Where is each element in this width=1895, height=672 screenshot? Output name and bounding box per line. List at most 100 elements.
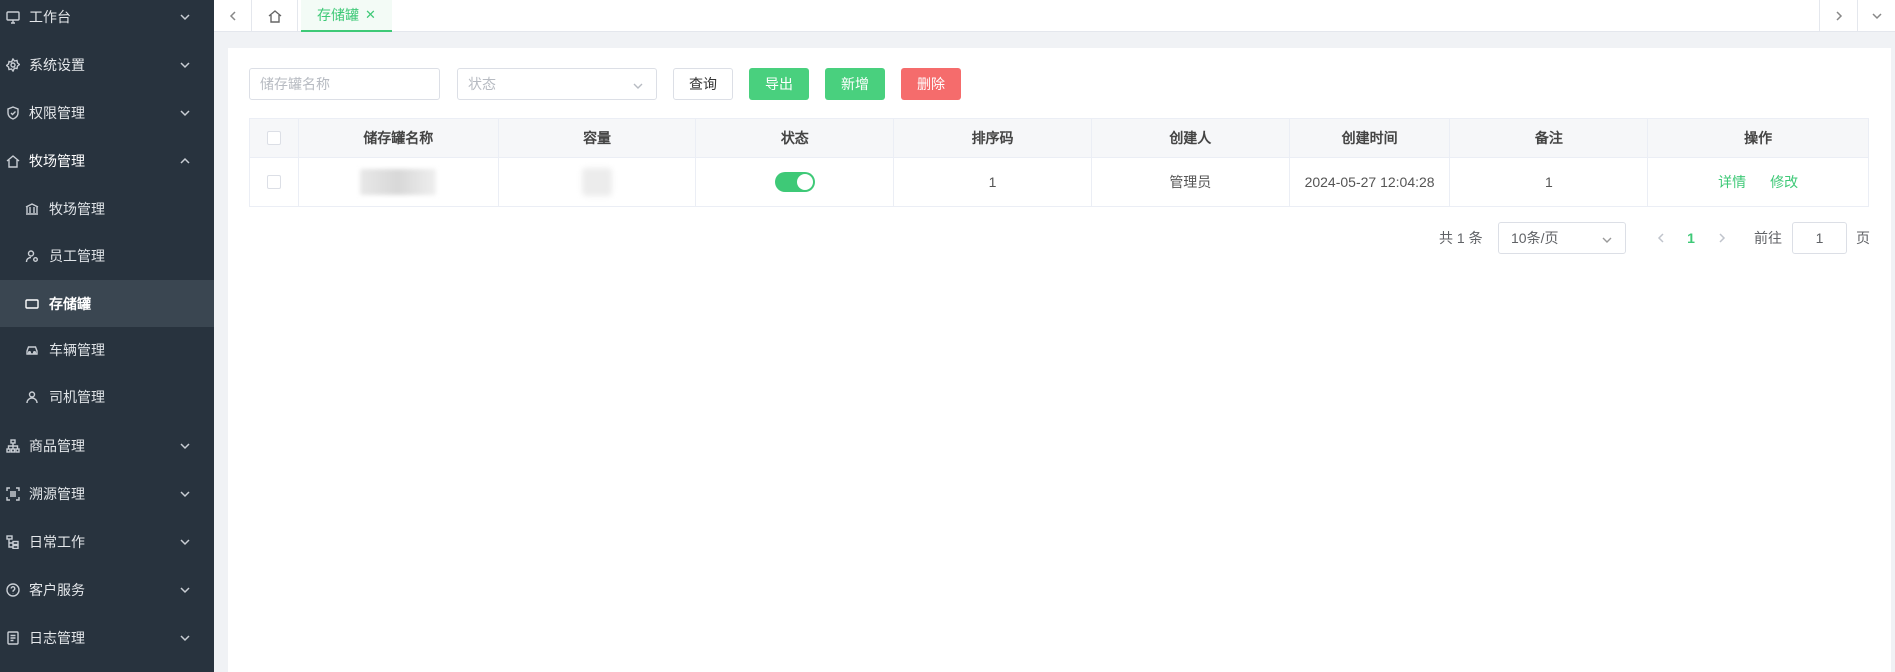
status-toggle[interactable] [774,172,815,192]
home-icon [6,154,20,168]
column-header: 创建人 [1092,119,1290,157]
menu-item-traceability[interactable]: 溯源管理 [0,470,214,517]
chevron-down-icon [1871,13,1882,20]
prev-page-button[interactable] [1651,222,1671,254]
column-header: 操作 [1744,130,1773,146]
toggle-knob [796,174,813,190]
column-header: 储存罐名称 [299,119,499,157]
query-button[interactable]: 查询 [673,68,733,100]
column-header: 容量 [499,119,697,157]
row-checkbox[interactable] [266,175,281,189]
actions-cell: 详情 修改 [1648,158,1868,206]
tank-name-input[interactable] [249,68,440,100]
sitemap-icon [6,438,20,453]
tab-bar: 存储罐 ✕ [214,0,1895,32]
menu-item-logs[interactable]: 日志管理 [0,614,214,661]
sidebar-subitem-label: 员工管理 [49,247,105,264]
menu-item-ranch-management[interactable]: 牧场管理 [0,137,214,184]
chevron-down-icon [178,10,192,24]
chevron-up-icon [178,154,192,168]
tab-scroll-left-button[interactable] [214,0,252,32]
close-icon[interactable]: ✕ [365,7,376,23]
chevron-down-icon [632,79,644,91]
edit-link[interactable]: 修改 [1770,172,1798,192]
menu-item-workbench[interactable]: 工作台 [0,0,214,40]
menu-item-label: 客户服务 [29,581,85,598]
sidebar-subitem-vehicles[interactable]: 车辆管理 [0,326,214,373]
chevron-down-icon [1601,233,1613,245]
sidebar-subitem-drivers[interactable]: 司机管理 [0,373,214,420]
page-number[interactable]: 1 [1681,222,1701,254]
menu-item-system-settings[interactable]: 系统设置 [0,41,214,88]
chevron-left-icon [229,11,236,21]
tank-icon [25,297,39,311]
sidebar-subitem-ranch[interactable]: 牧场管理 [0,185,214,232]
created-at-cell: 2024-05-27 12:04:28 [1290,158,1451,206]
page-size-select[interactable]: 10条/页 [1498,222,1626,254]
menu-item-label: 工作台 [29,8,71,25]
menu-item-label: 权限管理 [29,104,85,121]
sidebar-subitem-label: 存储罐 [49,295,91,312]
next-page-button[interactable] [1712,222,1732,254]
export-button[interactable]: 导出 [749,68,809,100]
table-header: 储存罐名称 容量 状态 排序码 创建人 创建时间 备注 操作 [250,119,1868,158]
tank-name-cell [299,158,499,206]
user-icon [25,390,39,404]
chevron-down-icon [178,535,192,549]
status-select-placeholder: 状态 [468,76,496,92]
tab-storage-tank[interactable]: 存储罐 ✕ [301,0,392,32]
add-button[interactable]: 新增 [825,68,885,100]
menu-item-label: 日常工作 [29,533,85,550]
bank-icon [25,202,39,216]
help-icon [6,582,20,597]
status-cell [696,158,895,206]
menu-item-label: 牧场管理 [29,152,85,169]
menu-item-label: 日志管理 [29,629,85,646]
goto-page-input[interactable] [1792,222,1847,254]
details-link[interactable]: 详情 [1718,172,1746,192]
status-select[interactable]: 状态 [457,68,657,100]
gear-icon [6,57,20,72]
page-size-value: 10条/页 [1511,230,1559,246]
column-header: 排序码 [894,119,1092,157]
tab-home[interactable] [252,0,298,32]
redacted-value [360,169,437,195]
menu-item-label: 溯源管理 [29,485,85,502]
menu-item-customer-service[interactable]: 客户服务 [0,566,214,613]
main-content: 状态 查询 导出 新增 删除 储存罐名称 容量 状态 排序码 创建人 创建时间 … [228,48,1891,672]
redacted-value [582,168,613,196]
chevron-left-icon [1657,233,1664,243]
tab-scroll-right-button[interactable] [1819,0,1857,32]
sidebar-subitem-staff[interactable]: 员工管理 [0,232,214,279]
goto-label: 前往 [1754,230,1782,246]
home-icon [268,10,281,23]
select-all-checkbox[interactable] [266,131,281,145]
document-icon [6,630,20,645]
header-select-cell [250,119,299,157]
data-table: 储存罐名称 容量 状态 排序码 创建人 创建时间 备注 操作 1 管理员 202… [249,118,1869,207]
chevron-down-icon [178,583,192,597]
page-unit-label: 页 [1856,230,1870,246]
car-icon [25,343,39,357]
chevron-down-icon [178,58,192,72]
tab-label: 存储罐 [317,7,360,23]
row-select-cell [250,158,299,206]
delete-button[interactable]: 删除 [901,68,961,100]
pagination-total: 共 1 条 [1439,230,1483,246]
scan-icon [6,486,20,501]
chevron-down-icon [178,106,192,120]
sort-code-cell: 1 [894,158,1092,206]
menu-item-label: 商品管理 [29,437,85,454]
menu-item-label: 系统设置 [29,56,85,73]
table-row[interactable]: 1 管理员 2024-05-27 12:04:28 1 详情 修改 [250,158,1868,206]
sidebar-subitem-tank[interactable]: 存储罐 [0,280,214,327]
user-settings-icon [25,249,39,263]
column-header: 状态 [696,119,895,157]
tree-icon [6,534,20,549]
menu-item-products[interactable]: 商品管理 [0,422,214,469]
chevron-right-icon [1719,233,1726,243]
menu-item-daily-work[interactable]: 日常工作 [0,518,214,565]
tab-more-button[interactable] [1857,0,1895,32]
menu-item-permissions[interactable]: 权限管理 [0,89,214,136]
column-header: 创建时间 [1290,119,1451,157]
